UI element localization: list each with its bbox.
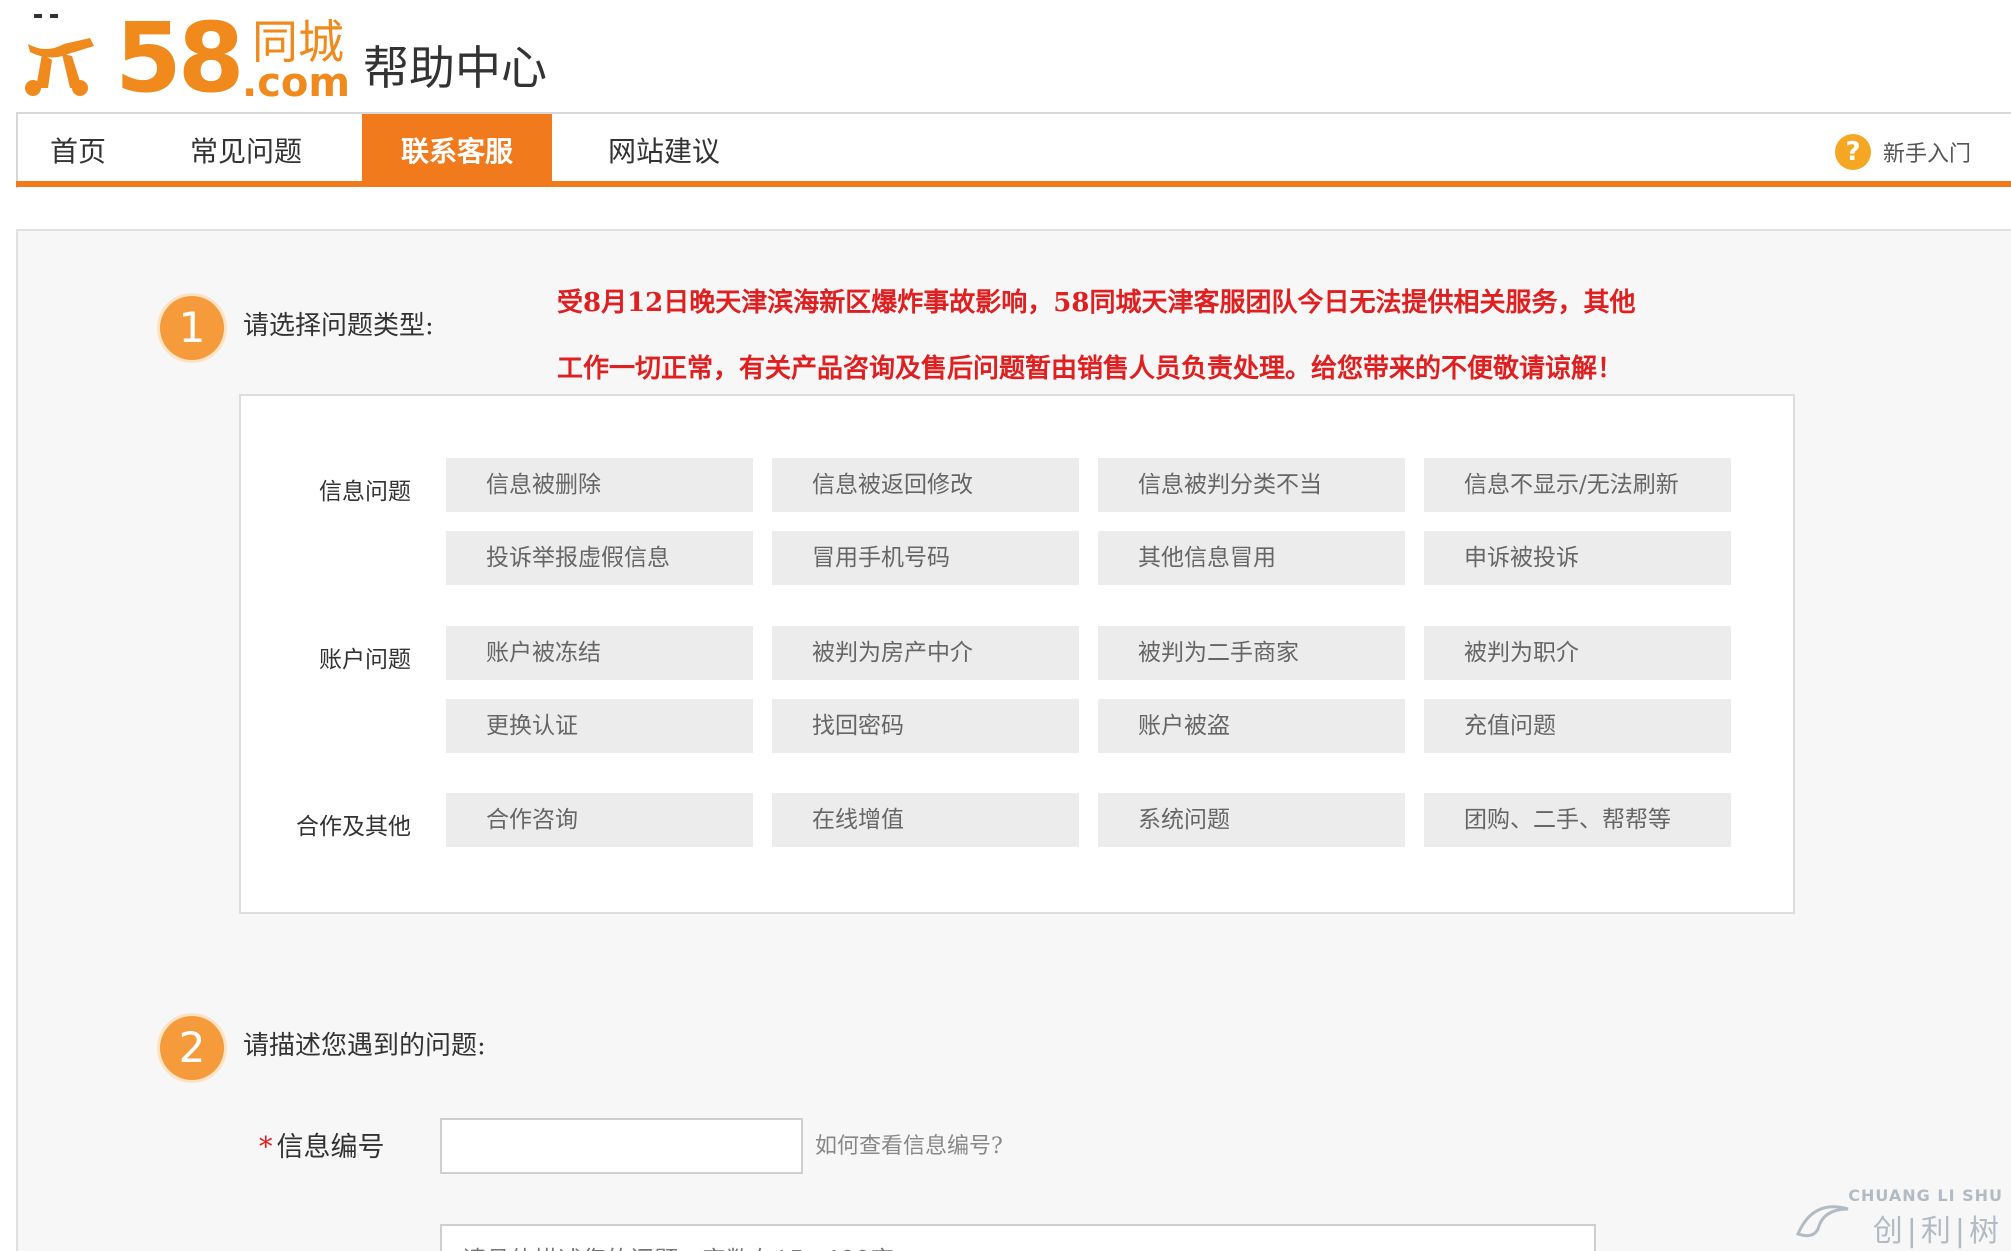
category-label-other: 合作及其他 <box>296 814 411 840</box>
beginner-guide-link[interactable]: ? 新手入门 <box>1834 132 1971 172</box>
question-button[interactable]: 被判为职介 <box>1424 626 1731 680</box>
info-id-label: * 信息编号 <box>259 1128 385 1168</box>
watermark-latin: CHUANG LI SHU <box>1848 1186 2003 1205</box>
question-button[interactable]: 在线增值 <box>772 793 1079 847</box>
question-button[interactable]: 更换认证 <box>446 699 753 753</box>
nav-item-contact[interactable]: 联系客服 <box>362 114 552 187</box>
question-button[interactable]: 申诉被投诉 <box>1424 531 1731 585</box>
question-button[interactable]: 信息不显示/无法刷新 <box>1424 458 1731 512</box>
info-id-input[interactable] <box>440 1118 803 1174</box>
question-button[interactable]: 信息被删除 <box>446 458 753 512</box>
question-button[interactable]: 团购、二手、帮帮等 <box>1424 793 1731 847</box>
logo-chinese: 同城 <box>252 15 344 69</box>
required-mark: * <box>259 1132 273 1163</box>
beginner-guide-label: 新手入门 <box>1882 142 1971 167</box>
question-button[interactable]: 账户被冻结 <box>446 626 753 680</box>
watermark-swirl-icon <box>1795 1205 1849 1238</box>
step-1-label: 请选择问题类型: <box>243 311 434 341</box>
question-button[interactable]: 系统问题 <box>1098 793 1405 847</box>
nav-item-home[interactable]: 首页 <box>18 114 138 187</box>
question-button[interactable]: 被判为二手商家 <box>1098 626 1405 680</box>
nav-item-faq[interactable]: 常见问题 <box>146 114 346 187</box>
question-button[interactable]: 账户被盗 <box>1098 699 1405 753</box>
main-nav: 首页 常见问题 联系客服 网站建议 ? 新手入门 <box>16 112 2011 188</box>
watermark-chinese: 创|利|树 <box>1872 1214 2003 1249</box>
question-button[interactable]: 合作咨询 <box>446 793 753 847</box>
page-title: 帮助中心 <box>363 41 547 95</box>
info-id-label-text: 信息编号 <box>276 1132 385 1163</box>
how-to-find-info-id-link[interactable]: 如何查看信息编号? <box>815 1130 1003 1164</box>
question-button[interactable]: 冒用手机号码 <box>772 531 1079 585</box>
question-button[interactable]: 充值问题 <box>1424 699 1731 753</box>
watermark-logo: CHUANG LI SHU 创|利|树 <box>1793 1186 2003 1249</box>
logo-figure-icon <box>25 14 94 96</box>
category-label-info: 信息问题 <box>319 479 411 505</box>
question-button[interactable]: 找回密码 <box>772 699 1079 753</box>
step-2-badge: 2 <box>160 1016 224 1080</box>
nav-underline <box>16 181 2011 187</box>
question-button[interactable]: 其他信息冒用 <box>1098 531 1405 585</box>
service-notice: 受8月12日晚天津滨海新区爆炸事故影响，58同城天津客服团队今日无法提供相关服务… <box>557 270 1757 402</box>
question-button[interactable]: 被判为房产中介 <box>772 626 1079 680</box>
question-mark-icon: ? <box>1834 134 1871 170</box>
nav-item-suggestion[interactable]: 网站建议 <box>564 114 764 187</box>
notice-line-1: 受8月12日晚天津滨海新区爆炸事故影响，58同城天津客服团队今日无法提供相关服务… <box>557 288 1636 318</box>
question-button[interactable]: 投诉举报虚假信息 <box>446 531 753 585</box>
question-type-box: 信息问题 信息被删除 信息被返回修改 信息被判分类不当 信息不显示/无法刷新 投… <box>239 394 1795 914</box>
logo-number: 58 <box>115 2 245 114</box>
logo-domain: .com <box>242 60 351 106</box>
category-label-account: 账户问题 <box>319 647 411 673</box>
step-2-label: 请描述您遇到的问题: <box>243 1031 486 1061</box>
step-1-badge: 1 <box>160 296 224 360</box>
site-logo[interactable]: 58 同城 .com <box>20 10 360 106</box>
question-button[interactable]: 信息被返回修改 <box>772 458 1079 512</box>
problem-description-textarea[interactable] <box>440 1224 1596 1251</box>
question-button[interactable]: 信息被判分类不当 <box>1098 458 1405 512</box>
notice-line-2: 工作一切正常，有关产品咨询及售后问题暂由销售人员负责处理。给您带来的不便敬请谅解… <box>557 354 1624 384</box>
